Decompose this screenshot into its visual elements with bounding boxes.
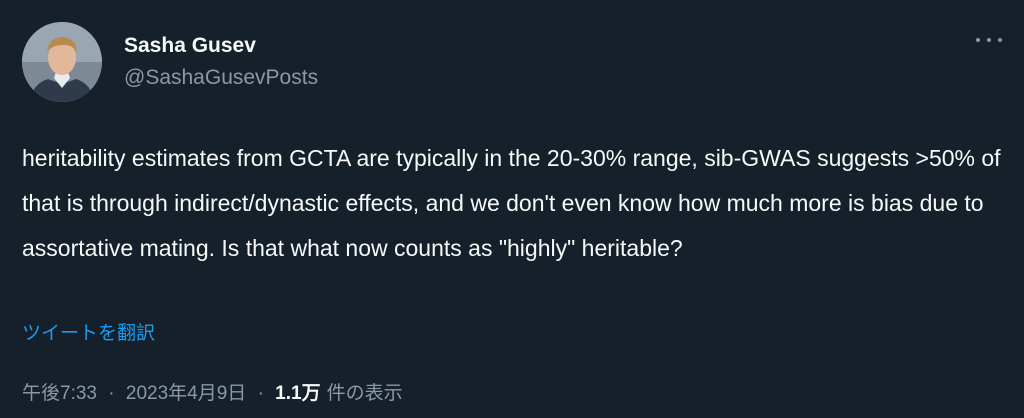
avatar[interactable] bbox=[22, 22, 102, 102]
meta-separator: · bbox=[257, 383, 264, 404]
tweet-time[interactable]: 午後7:33 bbox=[22, 383, 97, 404]
tweet-meta: 午後7:33 · 2023年4月9日 · 1.1万 件の表示 bbox=[22, 378, 403, 405]
author-handle[interactable]: @SashaGusevPosts bbox=[124, 66, 318, 90]
profile-photo bbox=[22, 22, 102, 102]
more-horizontal-icon bbox=[976, 38, 980, 42]
views-count[interactable]: 1.1万 bbox=[275, 383, 320, 404]
views-label[interactable]: 件の表示 bbox=[327, 383, 403, 404]
more-horizontal-icon-dot bbox=[998, 38, 1002, 42]
meta-separator: · bbox=[108, 383, 115, 404]
more-horizontal-icon-dot bbox=[987, 38, 991, 42]
tweet-card: Sasha Gusev @SashaGusevPosts heritabilit… bbox=[0, 0, 1024, 418]
translate-tweet-link[interactable]: ツイートを翻訳 bbox=[22, 318, 155, 345]
more-options-button[interactable] bbox=[976, 34, 1002, 46]
tweet-date[interactable]: 2023年4月9日 bbox=[126, 383, 246, 404]
author-name[interactable]: Sasha Gusev bbox=[124, 34, 256, 58]
tweet-text: heritability estimates from GCTA are typ… bbox=[22, 145, 1001, 261]
